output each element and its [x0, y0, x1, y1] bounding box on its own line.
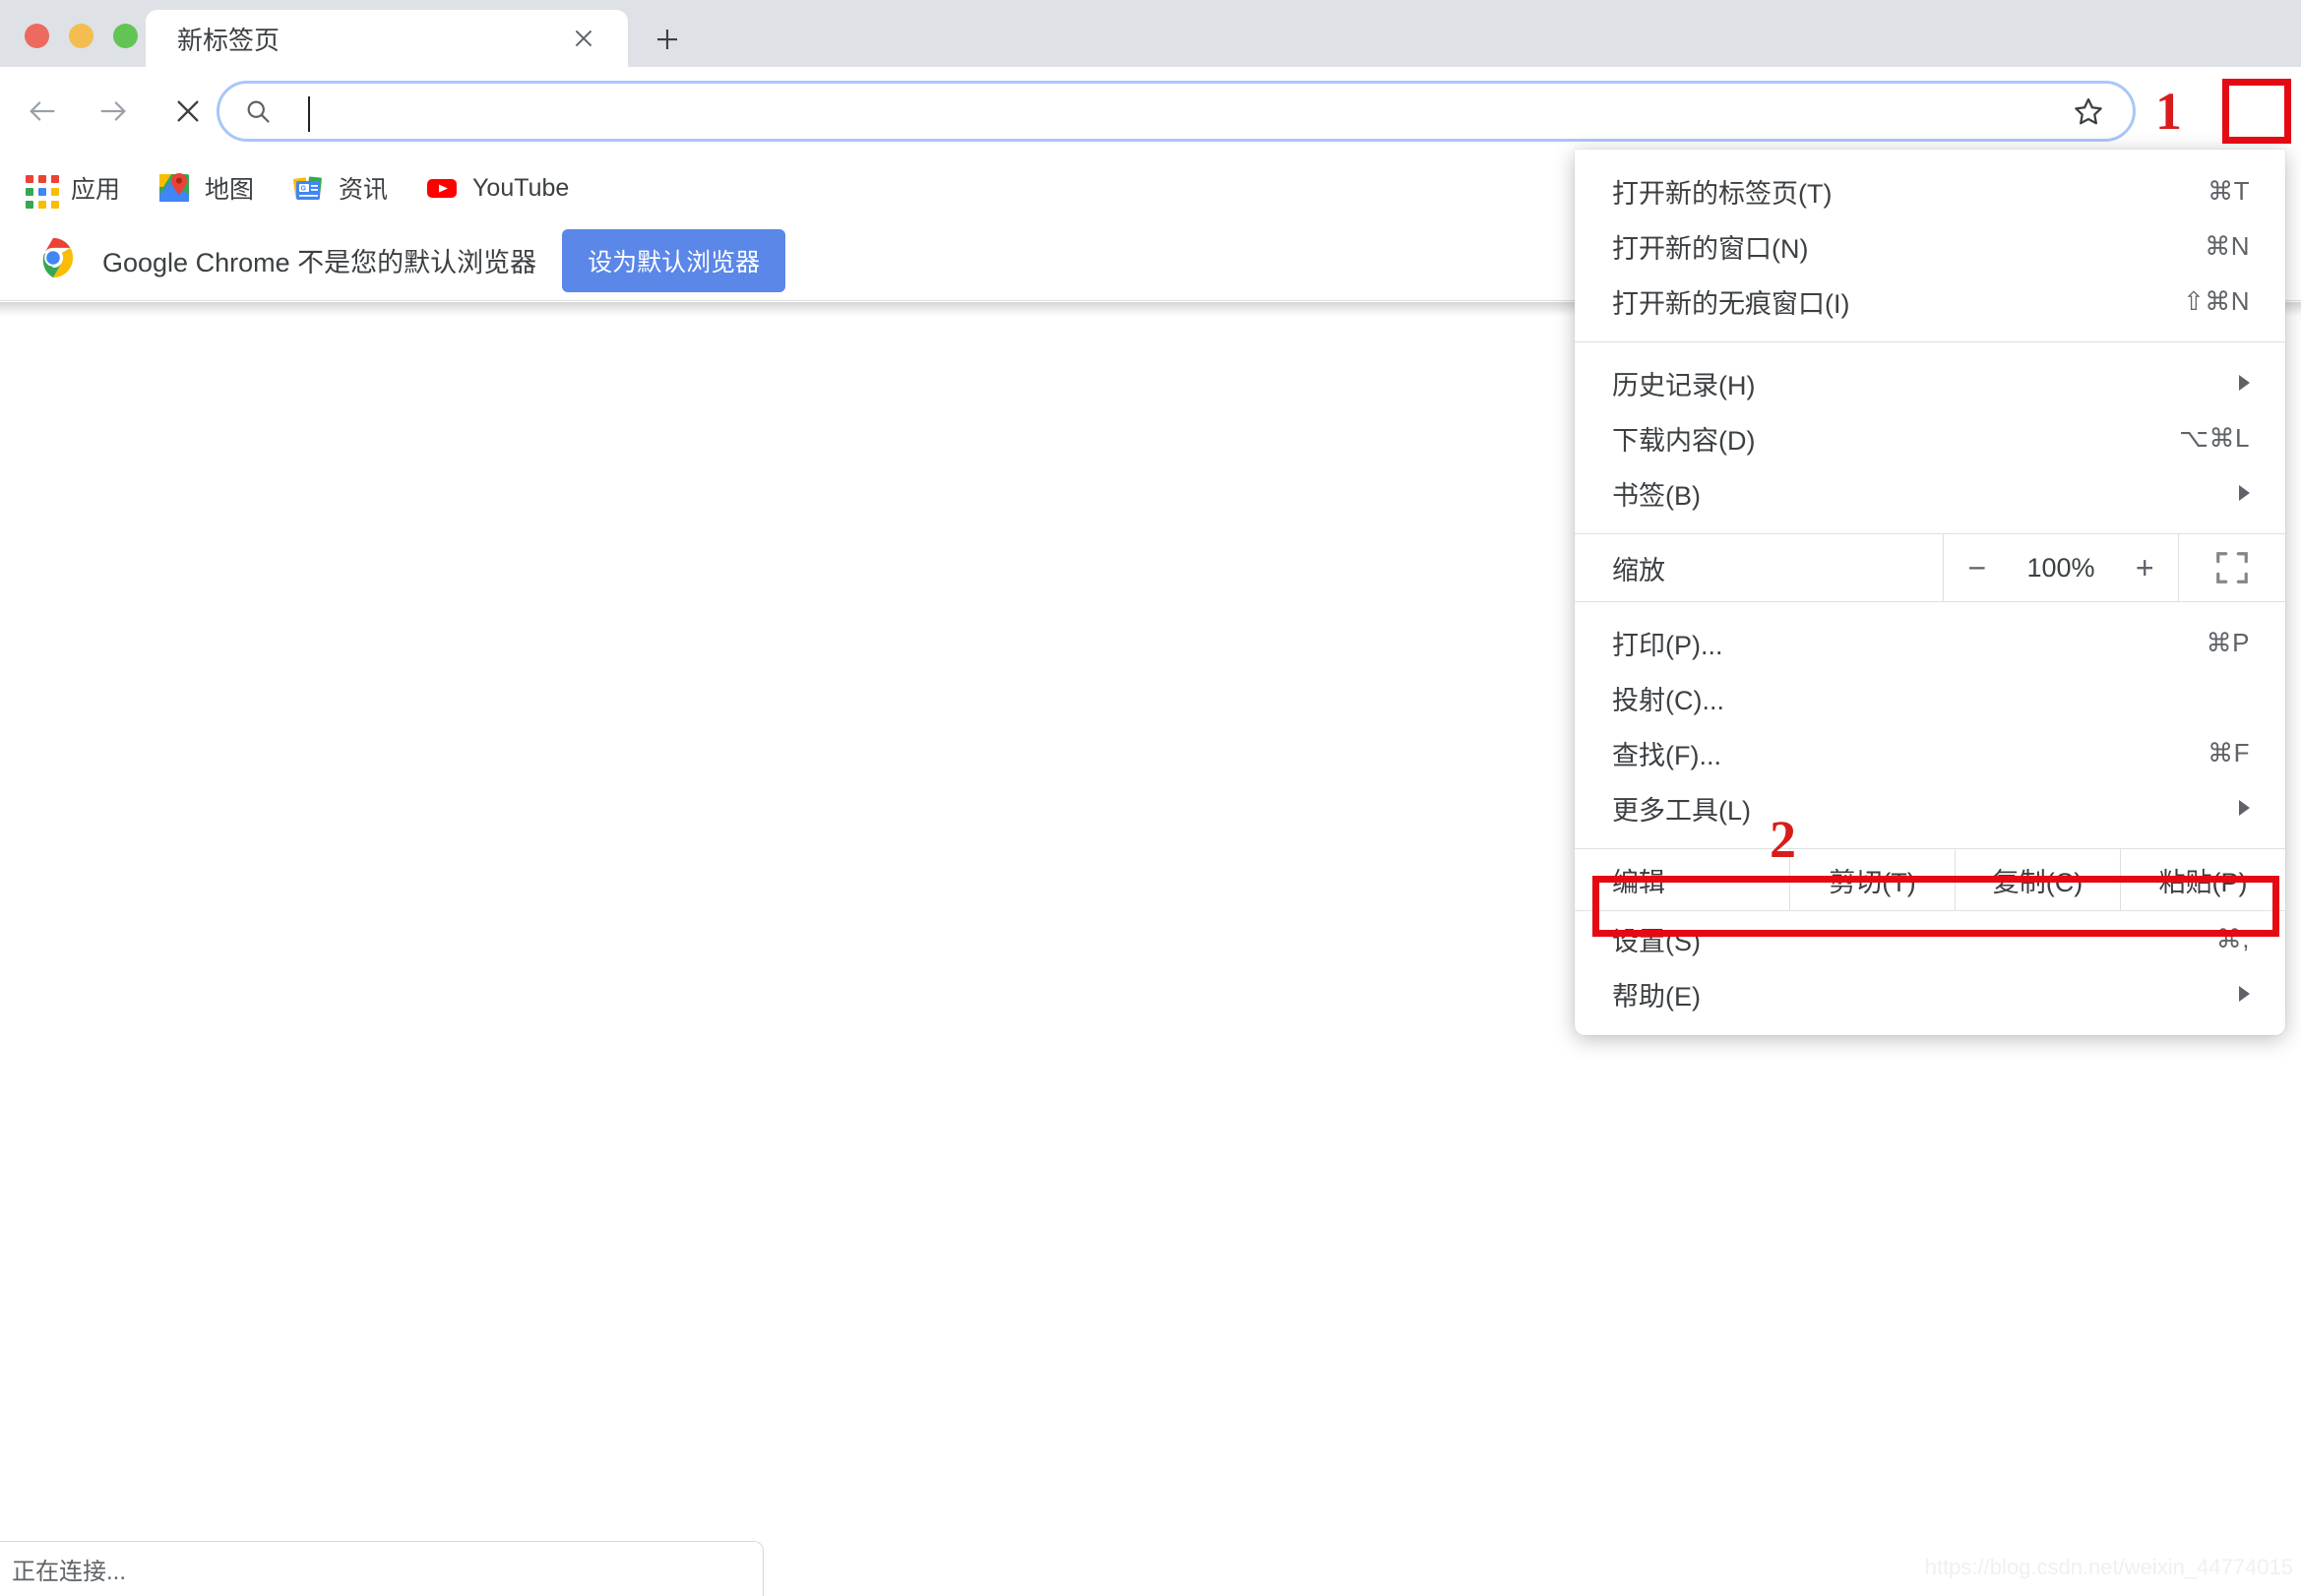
address-input[interactable] — [294, 95, 2072, 127]
menu-divider — [1575, 341, 2285, 342]
menu-item-label: 查找(F)... — [1612, 740, 1721, 770]
menu-item-more-tools[interactable]: 更多工具(L) — [1575, 780, 2285, 835]
chrome-main-menu: 打开新的标签页(T) ⌘T 打开新的窗口(N) ⌘N 打开新的无痕窗口(I) ⇧… — [1575, 150, 2285, 1035]
menu-item-label: 帮助(E) — [1612, 981, 1701, 1012]
window-controls — [25, 24, 138, 48]
svg-text:G: G — [301, 186, 307, 193]
google-news-icon: G — [291, 171, 325, 205]
bookmark-label: YouTube — [472, 173, 570, 202]
menu-item-cast[interactable]: 投射(C)... — [1575, 670, 2285, 725]
back-button[interactable] — [14, 83, 71, 140]
edit-label: 编辑 — [1612, 867, 1665, 897]
menu-item-shortcut: ⌘F — [2208, 737, 2250, 767]
forward-button[interactable] — [85, 83, 142, 140]
bookmark-maps[interactable]: 地图 — [157, 170, 254, 206]
menu-zoom-row: 缩放 − 100% + — [1575, 533, 2285, 602]
menu-item-label: 更多工具(L) — [1612, 795, 1751, 826]
menu-item-new-incognito-window[interactable]: 打开新的无痕窗口(I) ⇧⌘N — [1575, 274, 2285, 329]
zoom-in-button[interactable]: + — [2128, 550, 2161, 586]
apps-grid-icon — [24, 171, 59, 209]
stop-loading-button[interactable] — [159, 83, 217, 140]
chrome-browser-window: 新标签页 应用 地图 G 资讯 YouTube Google Chrome 不是… — [0, 0, 2301, 1596]
watermark: https://blog.csdn.net/weixin_44774015 — [1924, 1555, 2293, 1579]
annotation-step-2: 2 — [1770, 810, 1796, 869]
zoom-level-value: 100% — [2026, 552, 2095, 583]
menu-item-cut[interactable]: 剪切(T) — [1789, 849, 1955, 910]
menu-item-label: 历史记录(H) — [1612, 370, 1756, 400]
minimize-window-button[interactable] — [69, 24, 93, 48]
bookmark-youtube[interactable]: YouTube — [425, 171, 569, 205]
set-default-browser-button[interactable]: 设为默认浏览器 — [562, 228, 786, 292]
menu-item-new-tab[interactable]: 打开新的标签页(T) ⌘T — [1575, 163, 2285, 218]
maximize-window-button[interactable] — [113, 24, 138, 48]
chrome-logo-icon — [31, 236, 75, 284]
menu-item-history[interactable]: 历史记录(H) — [1575, 355, 2285, 410]
google-maps-icon — [157, 171, 191, 205]
menu-item-find[interactable]: 查找(F)... ⌘F — [1575, 725, 2285, 780]
bookmark-label: 资讯 — [339, 176, 389, 204]
chevron-right-icon — [2239, 375, 2250, 391]
menu-item-shortcut: ⌘P — [2206, 627, 2250, 657]
zoom-controls: − 100% + — [1943, 534, 2179, 601]
menu-item-bookmarks[interactable]: 书签(B) — [1575, 465, 2285, 521]
text-cursor — [308, 96, 310, 132]
chevron-right-icon — [2239, 485, 2250, 501]
annotation-step-1: 1 — [2155, 82, 2182, 141]
bookmark-label: 地图 — [205, 176, 255, 204]
menu-item-label: 设置(S) — [1612, 926, 1701, 956]
menu-item-label: 投射(C)... — [1612, 685, 1724, 715]
chevron-right-icon — [2239, 800, 2250, 816]
menu-item-shortcut: ⌘N — [2205, 230, 2250, 261]
bookmark-label: 应用 — [71, 176, 121, 204]
tab-strip: 新标签页 — [0, 0, 2301, 67]
menu-item-settings[interactable]: 设置(S) ⌘, — [1575, 911, 2285, 966]
menu-item-label: 下载内容(D) — [1612, 425, 1756, 456]
status-bubble: 正在连接... — [0, 1541, 764, 1596]
menu-item-shortcut: ⌘, — [2215, 923, 2250, 953]
browser-tab[interactable]: 新标签页 — [146, 10, 628, 67]
menu-item-downloads[interactable]: 下载内容(D) ⌥⌘L — [1575, 410, 2285, 465]
address-bar[interactable] — [217, 81, 2136, 142]
menu-item-label: 打开新的无痕窗口(I) — [1612, 288, 1850, 319]
menu-item-shortcut: ⌘T — [2208, 175, 2250, 206]
menu-item-label: 打印(P)... — [1612, 630, 1723, 660]
close-window-button[interactable] — [25, 24, 49, 48]
menu-item-print[interactable]: 打印(P)... ⌘P — [1575, 615, 2285, 670]
close-tab-icon[interactable] — [569, 24, 598, 53]
chevron-right-icon — [2239, 986, 2250, 1002]
bookmark-star-icon[interactable] — [2072, 94, 2105, 128]
zoom-out-button[interactable]: − — [1960, 550, 1994, 586]
tab-title: 新标签页 — [177, 25, 280, 55]
status-text: 正在连接... — [12, 1559, 127, 1585]
infobar-message: Google Chrome 不是您的默认浏览器 — [102, 248, 537, 277]
menu-item-label: 打开新的窗口(N) — [1612, 233, 1809, 264]
menu-item-shortcut: ⇧⌘N — [2182, 285, 2250, 316]
youtube-icon — [425, 171, 459, 205]
menu-item-label: 书签(B) — [1612, 480, 1701, 511]
menu-item-help[interactable]: 帮助(E) — [1575, 966, 2285, 1021]
menu-item-paste[interactable]: 粘贴(P) — [2120, 849, 2285, 910]
menu-item-shortcut: ⌥⌘L — [2179, 422, 2250, 453]
menu-edit-row: 编辑 剪切(T) 复制(C) 粘贴(P) — [1575, 848, 2285, 911]
menu-item-new-window[interactable]: 打开新的窗口(N) ⌘N — [1575, 218, 2285, 274]
browser-toolbar — [0, 67, 2301, 201]
menu-item-copy[interactable]: 复制(C) — [1955, 849, 2120, 910]
bookmark-apps[interactable]: 应用 — [24, 170, 121, 209]
new-tab-button[interactable] — [650, 22, 685, 57]
fullscreen-button[interactable] — [2179, 534, 2285, 601]
bookmark-news[interactable]: G 资讯 — [291, 170, 388, 206]
menu-item-label: 打开新的标签页(T) — [1612, 178, 1833, 209]
zoom-label: 缩放 — [1612, 555, 1665, 585]
search-icon — [243, 96, 273, 126]
